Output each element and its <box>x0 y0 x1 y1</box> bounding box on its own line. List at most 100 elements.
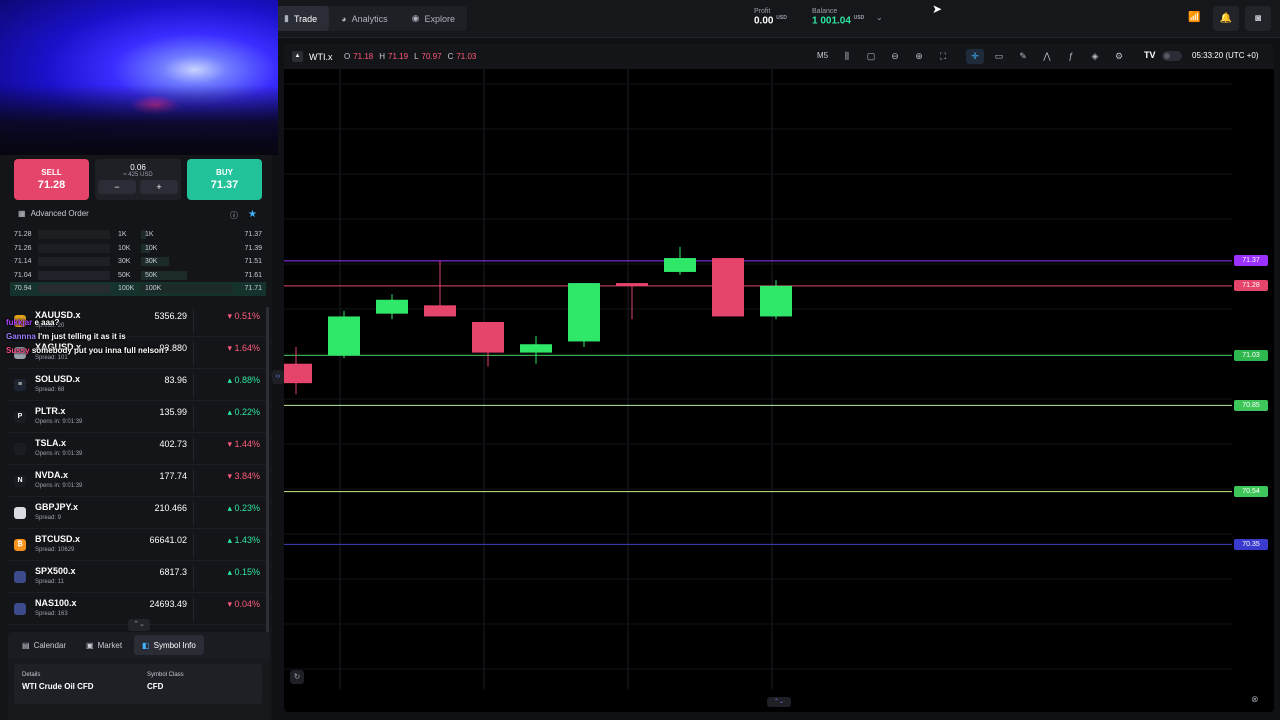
nav-analytics-label: Analytics <box>351 13 388 24</box>
ruler-icon[interactable]: ▭ <box>990 49 1008 64</box>
time-axis-handle[interactable]: ⌃⌄ <box>767 697 791 707</box>
depth-bid-bar <box>38 243 110 253</box>
nav-explore[interactable]: ◉ Explore <box>400 6 467 31</box>
symbol-class-value: CFD <box>147 682 164 691</box>
reset-chart-icon[interactable]: ↻ <box>290 670 304 684</box>
watchlist-row[interactable]: SPX500.x Spread: 11 6817.3 ▴ 0.15% <box>8 561 266 593</box>
candle-body[interactable] <box>520 344 552 353</box>
watchlist-row[interactable]: N NVDA.x Opens in: 9:01:39 177.74 ▾ 3.84% <box>8 465 266 497</box>
expand-watchlist-button[interactable]: ⌃⌄ <box>128 619 150 631</box>
profit-label: Profit <box>754 8 771 15</box>
pencil-icon[interactable]: ✎ <box>1014 49 1032 64</box>
candle-body[interactable] <box>760 285 792 317</box>
settings-gear-icon[interactable]: ⚙ <box>1110 49 1128 64</box>
pattern-icon[interactable]: ⋀ <box>1038 49 1056 64</box>
webcam-overlay <box>0 0 278 155</box>
low-value: 70.97 <box>421 52 442 61</box>
advanced-order-toggle[interactable]: ▦ Advanced Order <box>18 209 89 218</box>
nav-trade[interactable]: ▮ Trade <box>272 6 330 31</box>
depth-bid-price: 71.28 <box>14 231 32 238</box>
indicators-icon[interactable]: ƒ <box>1062 49 1080 64</box>
ohlc-readout: O 71.18 H 71.19 L 70.97 C 71.03 <box>344 52 479 61</box>
watchlist-row[interactable]: ₿ BTCUSD.x Spread: 10629 66641.02 ▴ 1.43% <box>8 529 266 561</box>
chat-message: Gannna I'm just telling it as it is <box>6 332 126 341</box>
us-flag-icon <box>14 571 26 583</box>
timeframe-selector[interactable]: M5 <box>817 51 828 60</box>
zoom-in-icon[interactable]: ⊕ <box>910 49 928 64</box>
rectangle-icon[interactable]: ▢ <box>862 49 880 64</box>
tradingview-toggle[interactable] <box>1162 51 1182 61</box>
panel-collapse-handle[interactable]: ‹› <box>272 370 284 384</box>
tradingview-logo-icon: TV <box>1144 50 1156 60</box>
nav-analytics[interactable]: ◕ Analytics <box>329 6 399 31</box>
layers-icon[interactable]: ◈ <box>1086 49 1104 64</box>
chart-clock: 05:33:20 (UTC +0) <box>1192 51 1259 60</box>
balance-chevron-down-icon[interactable]: ⌄ <box>876 13 883 22</box>
candle-body[interactable] <box>376 299 408 314</box>
candle-body[interactable] <box>472 322 504 353</box>
tab-calendar[interactable]: ▤ Calendar <box>14 635 74 655</box>
zoom-out-icon[interactable]: ⊖ <box>886 49 904 64</box>
profit-unit: USD <box>776 15 787 21</box>
profile-button[interactable]: ◙ <box>1245 6 1271 31</box>
quantity-stepper[interactable]: 0.06 ≈ 425 USD − + <box>95 159 181 200</box>
watchlist-row[interactable]: GBPJPY.x Spread: 9 210.466 ▴ 0.23% <box>8 497 266 529</box>
watchlist-subtext: Spread: 10629 <box>35 547 75 553</box>
quantity-value[interactable]: 0.06 <box>95 163 181 172</box>
watchlist-price: 135.99 <box>159 407 187 417</box>
watchlist-symbol: GBPJPY.x <box>35 502 79 512</box>
candle-body[interactable] <box>424 305 456 317</box>
user-icon: ◙ <box>1254 13 1262 24</box>
candle-body[interactable] <box>284 363 312 384</box>
watchlist-row[interactable]: ≡ SOLUSD.x Spread: 68 83.96 ▴ 0.88% <box>8 369 266 401</box>
sell-button[interactable]: SELL 71.28 <box>14 159 89 200</box>
quantity-increase-button[interactable]: + <box>140 180 178 194</box>
trade-icon: ▮ <box>284 13 289 23</box>
star-icon[interactable]: ★ <box>248 209 257 220</box>
depth-row: 71.26 10K 10K 71.39 <box>10 242 266 256</box>
balance-display[interactable]: Balance 1 001.04 USD <box>812 8 864 26</box>
price-tag: 70.85 <box>1234 399 1268 411</box>
quantity-decrease-button[interactable]: − <box>98 180 136 194</box>
candle-type-icon[interactable]: ⫼ <box>838 49 856 64</box>
watchlist-change: ▴ 0.22% <box>227 407 260 417</box>
balance-value: 1 001.04 USD <box>812 15 865 27</box>
chart-settings-icon[interactable]: ⊗ <box>1251 694 1259 705</box>
chat-message: fukkjar e aaa? <box>6 318 59 327</box>
depth-bid-price: 71.26 <box>14 244 32 252</box>
chat-username: fukkjar <box>6 318 33 327</box>
symbol-info-icon: ◧ <box>142 640 150 650</box>
divider <box>193 405 194 429</box>
watchlist-row[interactable]: P PLTR.x Opens in: 9:01:39 135.99 ▴ 0.22% <box>8 401 266 433</box>
candlestick-plot[interactable] <box>284 69 1232 689</box>
info-icon[interactable]: ⓘ <box>230 210 238 221</box>
tab-market-label: Market <box>97 640 123 650</box>
depth-ask-qty: 1K <box>145 231 154 238</box>
tab-market[interactable]: ▣ Market <box>78 635 130 655</box>
depth-bid-price: 71.14 <box>14 258 32 265</box>
depth-row: 71.04 50K 50K 71.61 <box>10 269 266 283</box>
depth-bid-qty: 100K <box>118 285 135 292</box>
tab-symbol-info[interactable]: ◧ Symbol Info <box>134 635 204 655</box>
watchlist-change: ▴ 0.88% <box>227 375 260 385</box>
nav-explore-label: Explore <box>424 13 455 24</box>
candle-body[interactable] <box>328 316 360 356</box>
depth-bid-price: 70.94 <box>14 285 32 292</box>
candle-body[interactable] <box>568 283 600 342</box>
candle-body[interactable] <box>712 258 744 317</box>
watchlist-subtext: Spread: 101 <box>35 355 68 361</box>
buy-button[interactable]: BUY 71.37 <box>187 159 262 200</box>
crosshair-icon[interactable]: ✛ <box>966 49 984 64</box>
nav-trade-label: Trade <box>293 13 318 24</box>
depth-bid-bar <box>38 284 110 293</box>
tab-calendar-label: Calendar <box>33 640 67 650</box>
watchlist-row[interactable]: TSLA.x Opens in: 9:01:39 402.73 ▾ 1.44% <box>8 433 266 465</box>
fullscreen-icon[interactable]: ⛶ <box>934 49 952 64</box>
watchlist-symbol: BTCUSD.x <box>35 534 81 544</box>
candle-body[interactable] <box>664 258 696 272</box>
low-label: L <box>414 52 419 61</box>
bitcoin-icon: ₿ <box>14 539 26 551</box>
notifications-button[interactable]: 🔔 <box>1213 6 1239 31</box>
chart-symbol[interactable]: ▲ WTI.x <box>292 51 333 62</box>
candle-body[interactable] <box>616 283 648 286</box>
